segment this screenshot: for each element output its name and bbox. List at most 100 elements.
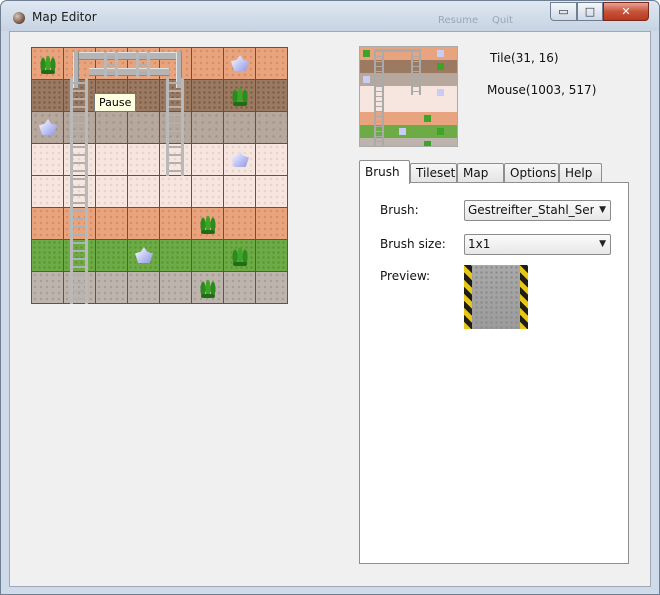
map-tile[interactable]: [64, 48, 96, 80]
map-tile[interactable]: [192, 48, 224, 80]
map-tile[interactable]: [224, 208, 256, 240]
map-tile[interactable]: [128, 272, 160, 304]
brush-tab-panel: Brush: Gestreifter_Stahl_Senkrecht ▼ Bru…: [359, 182, 629, 564]
maximize-button[interactable]: □: [577, 2, 603, 21]
mouse-coordinates: Mouse(1003, 517): [487, 83, 597, 97]
map-tile[interactable]: [256, 112, 288, 144]
map-tile[interactable]: [128, 240, 160, 272]
map-tile[interactable]: [64, 176, 96, 208]
preview-label: Preview:: [380, 269, 431, 283]
map-tile[interactable]: [64, 272, 96, 304]
map-tile[interactable]: [160, 272, 192, 304]
plant-icon: [199, 278, 217, 298]
close-button[interactable]: ✕: [603, 2, 649, 21]
title-bar[interactable]: Map Editor Resume Quit ▭ □ ✕: [1, 1, 659, 31]
map-tile[interactable]: [64, 240, 96, 272]
map-tile[interactable]: [32, 208, 64, 240]
map-tile[interactable]: [224, 48, 256, 80]
plant-icon: [231, 246, 249, 266]
map-tile[interactable]: [192, 240, 224, 272]
map-canvas[interactable]: [31, 47, 288, 304]
map-tile[interactable]: [224, 144, 256, 176]
crystal-icon: [135, 247, 153, 263]
map-tile[interactable]: [96, 208, 128, 240]
map-tile[interactable]: [128, 144, 160, 176]
map-tile[interactable]: [256, 176, 288, 208]
map-tile[interactable]: [160, 80, 192, 112]
map-tile[interactable]: [160, 240, 192, 272]
map-tile[interactable]: [224, 80, 256, 112]
map-tile[interactable]: [32, 240, 64, 272]
background-resume-text: Resume: [438, 15, 479, 26]
brush-select-value: Gestreifter_Stahl_Senkrecht: [468, 203, 594, 217]
map-tile[interactable]: [192, 80, 224, 112]
tab-tileset[interactable]: Tileset: [410, 163, 457, 183]
map-tile[interactable]: [64, 208, 96, 240]
map-tile[interactable]: [96, 240, 128, 272]
map-tile[interactable]: [96, 272, 128, 304]
map-tile[interactable]: [256, 48, 288, 80]
close-icon: ✕: [621, 5, 631, 18]
map-tile[interactable]: [256, 208, 288, 240]
map-tile[interactable]: [224, 176, 256, 208]
tab-map[interactable]: Map: [457, 163, 504, 183]
brush-size-select[interactable]: 1x1 ▼: [464, 234, 611, 255]
crystal-icon: [231, 55, 249, 71]
map-tile[interactable]: [256, 144, 288, 176]
plant-icon: [231, 86, 249, 106]
map-tile[interactable]: [32, 48, 64, 80]
client-area: Pause Tile(31, 16) Mouse(1003, 517) Brus…: [9, 31, 651, 587]
minimize-button[interactable]: ▭: [550, 2, 577, 21]
map-tile[interactable]: [160, 208, 192, 240]
map-tile[interactable]: [96, 48, 128, 80]
map-tile[interactable]: [160, 48, 192, 80]
tab-brush[interactable]: Brush: [359, 160, 410, 184]
map-tile[interactable]: [64, 144, 96, 176]
map-tile[interactable]: [224, 240, 256, 272]
tileset-thumbnail[interactable]: [359, 46, 458, 147]
tab-help[interactable]: Help: [559, 163, 602, 183]
map-tile[interactable]: [192, 272, 224, 304]
map-tile[interactable]: [256, 240, 288, 272]
hazard-stripe-right: [520, 265, 528, 329]
map-tile[interactable]: [160, 144, 192, 176]
map-tile[interactable]: [160, 176, 192, 208]
map-tile[interactable]: [192, 112, 224, 144]
map-tile[interactable]: [192, 176, 224, 208]
map-tile[interactable]: [64, 112, 96, 144]
chevron-down-icon: ▼: [599, 239, 606, 249]
map-tile[interactable]: [32, 144, 64, 176]
tile-coordinates: Tile(31, 16): [490, 51, 559, 65]
map-tile[interactable]: [96, 112, 128, 144]
map-tile[interactable]: [64, 80, 96, 112]
map-tile[interactable]: [32, 80, 64, 112]
map-tile[interactable]: [224, 112, 256, 144]
map-tile[interactable]: [192, 208, 224, 240]
brush-preview-image: [464, 265, 528, 329]
crystal-icon: [231, 151, 249, 167]
app-icon: [13, 12, 25, 24]
tab-options[interactable]: Options: [504, 163, 559, 183]
map-tile[interactable]: [128, 208, 160, 240]
map-tile[interactable]: [224, 272, 256, 304]
map-tile[interactable]: [96, 176, 128, 208]
background-quit-text: Quit: [492, 15, 513, 26]
minimize-icon: ▭: [558, 5, 569, 18]
map-tile[interactable]: [32, 112, 64, 144]
map-tile[interactable]: [128, 48, 160, 80]
brush-label: Brush:: [380, 203, 419, 217]
map-tile[interactable]: [256, 80, 288, 112]
map-tile[interactable]: [32, 272, 64, 304]
map-tile[interactable]: [96, 144, 128, 176]
map-tile[interactable]: [160, 112, 192, 144]
brush-size-label: Brush size:: [380, 237, 446, 251]
chevron-down-icon: ▼: [599, 205, 606, 215]
map-tile[interactable]: [192, 144, 224, 176]
plant-icon: [199, 214, 217, 234]
map-tile[interactable]: [256, 272, 288, 304]
brush-select[interactable]: Gestreifter_Stahl_Senkrecht ▼: [464, 200, 611, 221]
map-tile[interactable]: [128, 112, 160, 144]
map-tile[interactable]: [128, 176, 160, 208]
brush-size-value: 1x1: [468, 237, 491, 251]
map-tile[interactable]: [32, 176, 64, 208]
